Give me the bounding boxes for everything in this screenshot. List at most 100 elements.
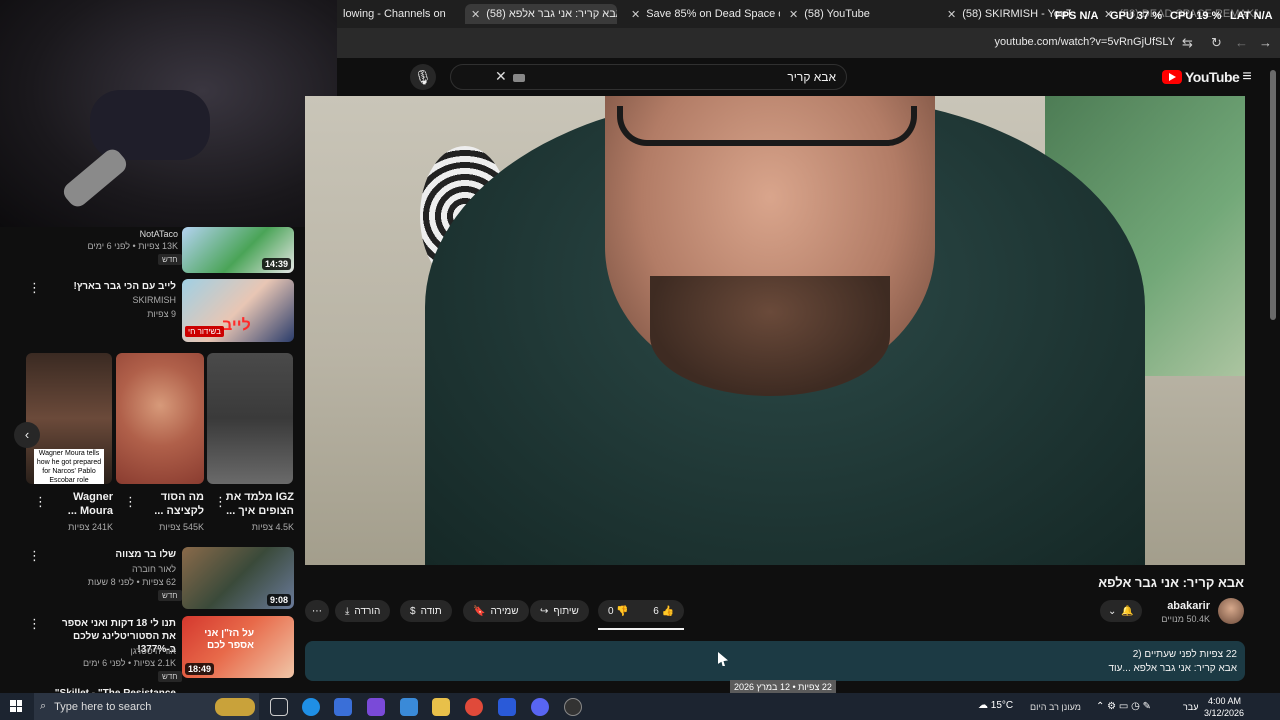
description-box[interactable]: 22 צפיות לפני שעתיים (2 אבא קריר: אני גב… (305, 641, 1245, 681)
description-stats: 22 צפיות לפני שעתיים (2 (1132, 649, 1237, 660)
share-label: שיתוף (553, 605, 579, 617)
video-title[interactable]: לייב עם הכי גבר בארץ! (73, 281, 176, 292)
channel-name[interactable]: abakarir (1167, 600, 1210, 612)
video-meta: 9 צפיות (147, 309, 176, 319)
short-thumbnail[interactable] (116, 353, 204, 484)
tab-label: (58) YouTube (804, 8, 870, 20)
forward-icon[interactable]: → (1259, 35, 1272, 50)
search-query: אבא קריר (787, 70, 836, 84)
youtube-play-icon (1162, 70, 1182, 84)
tab-kick[interactable]: lowing - Channels on Kick (337, 4, 447, 24)
tune-icon[interactable]: ⇆ (1182, 35, 1193, 51)
dislike-button[interactable]: 👎 0 (608, 606, 629, 617)
video-thumbnail[interactable]: 9:08 (182, 547, 294, 609)
more-options-icon[interactable]: ⋮ (124, 494, 137, 510)
tab-skirmish[interactable]: ✕ (58) SKIRMISH - YouTube (941, 4, 1071, 24)
thumbs-down-icon: 👎 (616, 605, 629, 617)
video-title[interactable]: שלו בר מצווה (115, 549, 176, 560)
video-meta: 2.1K צפיות • לפני 6 ימים (83, 658, 176, 668)
thanks-button[interactable]: תודה $ (400, 600, 452, 622)
tab-current-video[interactable]: ✕ (58) אבא קריר: אני גבר אלפא (465, 4, 617, 24)
short-views: 241K צפיות (68, 522, 113, 532)
file-explorer-icon[interactable] (432, 698, 450, 716)
windows-taskbar: ⌕ Type here to search (0, 693, 1280, 720)
new-badge: חדש (158, 671, 182, 682)
obs-icon[interactable] (564, 698, 582, 716)
more-options-icon[interactable]: ⋮ (28, 616, 41, 632)
edge-icon[interactable] (302, 698, 320, 716)
like-button[interactable]: 👍 6 (653, 606, 674, 617)
new-badge: חדש (158, 254, 182, 265)
cpu-readout: CPU 19 % (1170, 10, 1222, 22)
more-options-icon[interactable]: ⋮ (28, 280, 41, 296)
short-thumbnail[interactable]: Wagner Moura tells how he got prepared f… (26, 353, 112, 484)
discord-icon[interactable] (531, 698, 549, 716)
bookmark-icon: 🔖 (473, 605, 486, 617)
microphone-icon[interactable]: 🎙 (410, 64, 436, 90)
close-icon[interactable]: ✕ (471, 8, 480, 21)
webcam-overlay (0, 0, 337, 227)
download-button[interactable]: הורדה ⤓ (335, 600, 391, 622)
keyboard-icon[interactable] (513, 74, 525, 82)
chrome-icon[interactable] (465, 698, 483, 716)
share-button[interactable]: שיתוף ↪ (530, 600, 589, 622)
search-input[interactable]: ✕ אבא קריר (450, 64, 847, 90)
subscribe-bell-button[interactable]: 🔔 ⌄ (1100, 600, 1142, 622)
input-language[interactable]: עבר (1183, 702, 1198, 712)
short-caption: Wagner Moura tells how he got prepared f… (34, 449, 104, 484)
more-actions-button[interactable]: ⋯ (305, 600, 329, 622)
close-icon[interactable]: ✕ (631, 8, 640, 21)
short-title[interactable]: מה הסוד לקציצה ... (134, 490, 204, 518)
windows-start-icon[interactable] (10, 700, 22, 712)
task-view-icon[interactable] (270, 698, 288, 716)
video-player[interactable] (305, 96, 1245, 565)
donate-icon: $ (410, 605, 416, 617)
close-icon[interactable]: ✕ (947, 8, 956, 21)
page-scrollbar[interactable] (1270, 70, 1276, 320)
more-options-icon[interactable]: ⋮ (214, 494, 227, 510)
like-progress-underline (598, 628, 684, 630)
short-thumbnail[interactable] (207, 353, 293, 484)
channel-avatar[interactable] (1218, 598, 1244, 624)
fps-readout: FPS N/A (1055, 10, 1099, 22)
bell-icon: 🔔 (1121, 605, 1134, 617)
app-icon[interactable] (498, 698, 516, 716)
reload-icon[interactable]: ↻ (1211, 35, 1222, 51)
share-icon: ↪ (540, 605, 549, 617)
close-icon[interactable]: ✕ (789, 8, 798, 21)
tab-label: lowing - Channels on Kick (343, 8, 447, 20)
system-tray-icons[interactable]: ⌃ ⚙ ▭ ◷ ✎ (1096, 701, 1151, 712)
live-badge: בשידור חי (185, 326, 224, 337)
channel-name[interactable]: SKIRMISH (132, 295, 176, 305)
short-title[interactable]: Wagner Moura ... (43, 490, 113, 518)
subscriber-count: 50.4K מנויים (1161, 614, 1210, 624)
save-button[interactable]: שמירה 🔖 (463, 600, 529, 622)
clear-search-icon[interactable]: ✕ (495, 68, 507, 85)
menu-icon[interactable]: ≡ (1234, 64, 1260, 90)
weather-temperature[interactable]: ☁ 15°C (978, 700, 1013, 711)
store-icon[interactable] (334, 698, 352, 716)
short-title[interactable]: IGZ מלמד את הצופים איך ... (224, 490, 294, 518)
download-label: הורדה (354, 605, 381, 617)
youtube-logo[interactable]: YouTube (1162, 69, 1240, 85)
chevron-left-icon[interactable]: ‹ (14, 422, 40, 448)
more-options-icon[interactable]: ⋮ (34, 494, 47, 510)
back-icon[interactable]: ← (1235, 35, 1248, 50)
weather-widget-icon[interactable] (215, 698, 255, 716)
video-thumbnail[interactable]: 14:39 (182, 227, 294, 273)
office-icon[interactable] (400, 698, 418, 716)
tab-youtube-home[interactable]: ✕ (58) YouTube (783, 4, 933, 24)
more-options-icon[interactable]: ⋮ (28, 548, 41, 564)
clock-date[interactable]: 3/12/2026 (1204, 708, 1244, 718)
video-thumbnail[interactable]: לייב בשידור חי (182, 279, 294, 342)
channel-name[interactable]: לאור חוברה (132, 564, 176, 574)
tab-steam[interactable]: ✕ Save 85% on Dead Space on St (625, 4, 780, 24)
copilot-icon[interactable] (367, 698, 385, 716)
channel-name[interactable]: אור היסטרגן (131, 646, 176, 656)
description-text: אבא קריר: אני גבר אלפא ...עוד (1108, 663, 1237, 674)
thumbnail-text: על הז"ן אני אספר לכם (204, 628, 254, 651)
channel-name[interactable]: NotATaco (140, 229, 178, 239)
url-field[interactable]: youtube.com/watch?v=5vRnGjUfSLY (995, 36, 1175, 48)
clock-time[interactable]: 4:00 AM (1208, 696, 1241, 706)
video-thumbnail[interactable]: על הז"ן אני אספר לכם 18:49 (182, 616, 294, 678)
